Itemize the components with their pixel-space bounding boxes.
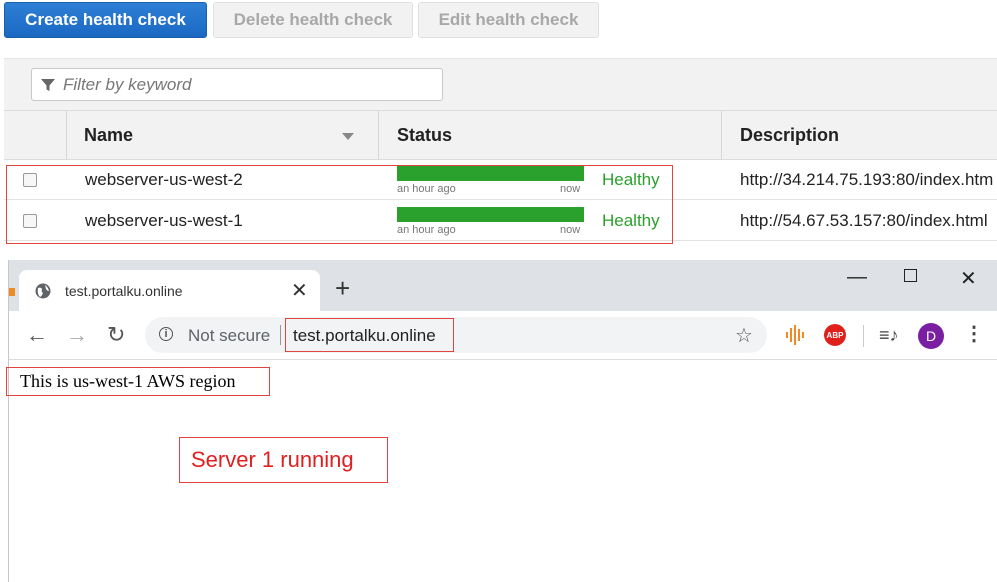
window-close-icon[interactable]: ✕ bbox=[960, 266, 977, 291]
column-header-name[interactable]: Name bbox=[66, 111, 379, 159]
address-bar[interactable]: i Not secure test.portalku.online ☆ bbox=[145, 317, 767, 353]
rows-highlight-box bbox=[6, 165, 673, 244]
sort-caret-icon[interactable] bbox=[342, 133, 354, 140]
tab-close-icon[interactable]: ✕ bbox=[291, 278, 308, 303]
media-control-icon[interactable]: ≡♪ bbox=[879, 325, 899, 346]
reload-icon[interactable]: ↻ bbox=[107, 323, 125, 347]
minimize-icon[interactable]: — bbox=[847, 266, 867, 289]
back-icon[interactable]: ← bbox=[26, 323, 48, 347]
info-icon[interactable]: i bbox=[159, 327, 173, 341]
create-health-check-button[interactable]: Create health check bbox=[4, 2, 207, 38]
health-check-description: http://34.214.75.193:80/index.htm bbox=[740, 170, 994, 189]
filter-bar: Filter by keyword bbox=[4, 58, 997, 111]
profile-avatar[interactable]: D bbox=[918, 323, 944, 349]
table-header: Name Status Description bbox=[4, 110, 997, 160]
health-check-description: http://54.67.53.157:80/index.html bbox=[740, 211, 988, 230]
new-tab-icon[interactable]: + bbox=[335, 275, 350, 301]
browser-titlebar: test.portalku.online ✕ + — ✕ bbox=[9, 260, 997, 311]
edit-health-check-button[interactable]: Edit health check bbox=[418, 2, 599, 38]
filter-icon bbox=[41, 78, 55, 91]
browser-tab[interactable]: test.portalku.online ✕ bbox=[19, 270, 320, 311]
page-text-highlight-box bbox=[6, 367, 270, 396]
sound-extension-icon[interactable] bbox=[785, 325, 807, 345]
page-edge-mark bbox=[9, 288, 15, 296]
security-label[interactable]: Not secure bbox=[188, 326, 270, 346]
annotation-note: Server 1 running bbox=[179, 437, 388, 483]
filter-placeholder: Filter by keyword bbox=[63, 74, 192, 94]
forward-icon[interactable]: → bbox=[66, 323, 88, 347]
filter-input[interactable]: Filter by keyword bbox=[31, 68, 443, 101]
url-highlight-box bbox=[285, 318, 454, 352]
more-menu-icon[interactable]: ⋮ bbox=[964, 321, 984, 346]
globe-icon bbox=[35, 283, 51, 299]
column-header-description[interactable]: Description bbox=[722, 111, 997, 159]
browser-window: test.portalku.online ✕ + — ✕ ← → ↻ i Not… bbox=[8, 260, 997, 582]
delete-health-check-button[interactable]: Delete health check bbox=[213, 2, 413, 38]
adblock-extension-icon[interactable]: ABP bbox=[824, 324, 846, 346]
bookmark-star-icon[interactable]: ☆ bbox=[735, 323, 753, 348]
tab-title: test.portalku.online bbox=[65, 283, 183, 299]
column-header-status[interactable]: Status bbox=[379, 111, 721, 159]
maximize-icon[interactable] bbox=[904, 269, 917, 282]
browser-toolbar: ← → ↻ i Not secure test.portalku.online … bbox=[9, 311, 997, 360]
